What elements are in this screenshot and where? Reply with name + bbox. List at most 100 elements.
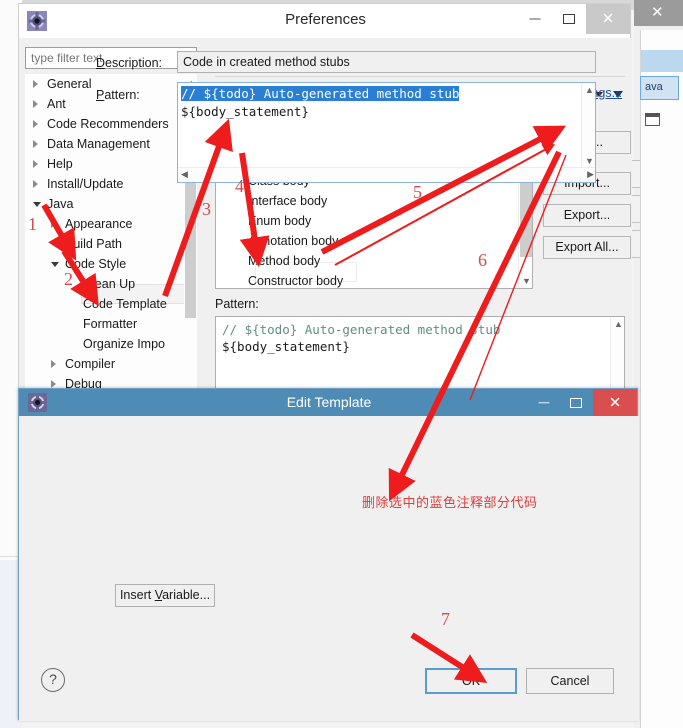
sidebar-item-code-style[interactable]: Code Style (25, 254, 197, 274)
export-button[interactable]: Export... (543, 204, 631, 227)
sidebar-item-label: Code Style (65, 257, 127, 271)
sidebar-item-compiler[interactable]: Compiler (25, 354, 197, 374)
sidebar-item-formatter[interactable]: Formatter (25, 314, 197, 334)
sidebar-item-label: Code Recommenders (47, 117, 169, 131)
pattern-label: Pattern: (215, 297, 259, 311)
minimize-icon (529, 18, 541, 20)
sidebar-item-label: Ant (47, 97, 66, 111)
pattern-scrollbar[interactable]: ▲ (610, 317, 624, 389)
chevron-down-icon[interactable] (33, 202, 41, 207)
sidebar-item-clean-up[interactable]: Clean Up (25, 274, 197, 294)
pattern-body-line: ${body_statement} (222, 339, 350, 354)
scroll-up-icon[interactable]: ▲ (585, 85, 594, 95)
maximize-icon (570, 397, 582, 408)
sidebar-item-help[interactable]: Help (25, 154, 197, 174)
chevron-right-icon[interactable] (33, 80, 38, 88)
sidebar-item-label: Debug (65, 377, 102, 389)
perspective-tab-java[interactable]: ava (640, 76, 679, 100)
annotation-note-text: 删除选中的蓝色注释部分代码 (362, 496, 538, 511)
sidebar-item-debug[interactable]: Debug (25, 374, 197, 389)
perspective-tab-label: ava (645, 81, 663, 93)
scroll-up-icon[interactable]: ▲ (614, 319, 623, 329)
window-restore-icon (645, 113, 660, 126)
sidebar-item-label: Code Template (83, 297, 167, 311)
minimize-button[interactable] (518, 4, 552, 34)
export-all-button[interactable]: Export All... (543, 236, 631, 259)
template-item-label: Interface body (248, 194, 328, 208)
insert-variable-button[interactable]: Insert Variable... (115, 584, 215, 607)
chevron-down-icon[interactable] (51, 262, 59, 267)
sidebar-item-java[interactable]: Java (25, 194, 197, 214)
sidebar-item-organize-impo[interactable]: Organize Impo (25, 334, 197, 354)
pattern-vertical-scrollbar[interactable]: ▲ ▼ (581, 83, 595, 168)
pattern-label: Pattern: (96, 88, 140, 102)
close-button[interactable]: ✕ (593, 389, 637, 416)
sidebar-item-install-update[interactable]: Install/Update (25, 174, 197, 194)
tree-rows: General Ant Code Recommenders Data Manageme… (25, 74, 197, 389)
sidebar-item-code-template[interactable]: Code Template (25, 294, 197, 314)
pattern-horizontal-scrollbar[interactable]: ◀ ▶ (178, 167, 595, 182)
pattern-editor[interactable]: // ${todo} Auto-generated method stub ${… (177, 82, 596, 183)
chevron-right-icon[interactable] (51, 360, 56, 368)
template-item-enum-body[interactable]: Enum body (216, 211, 532, 231)
sidebar-item-label: Help (47, 157, 73, 171)
chevron-right-icon[interactable] (33, 140, 38, 148)
scroll-down-icon[interactable]: ▼ (522, 276, 531, 286)
sidebar-item-label: Java (47, 197, 74, 211)
chevron-right-icon[interactable] (51, 380, 56, 388)
maximize-icon (563, 14, 575, 24)
edit-template-titlebar[interactable]: Edit Template ✕ (19, 389, 637, 416)
template-item-label: Method body (248, 254, 321, 268)
preferences-tree[interactable]: General Ant Code Recommenders Data Manageme… (25, 74, 197, 389)
sidebar-item-build-path[interactable]: Build Path (25, 234, 197, 254)
help-icon[interactable]: ? (41, 668, 65, 692)
cancel-button[interactable]: Cancel (526, 668, 614, 694)
pattern-second-line: ${body_statement} (181, 104, 309, 119)
sidebar-item-label: General (47, 77, 92, 91)
pattern-selected-line: // ${todo} Auto-generated method stub (181, 86, 460, 101)
sidebar-item-label: Build Path (65, 237, 122, 251)
sidebar-item-code-recommenders[interactable]: Code Recommenders (25, 114, 197, 134)
sidebar-item-label: Data Management (47, 137, 150, 151)
background-highlight-band (641, 50, 683, 72)
sidebar-item-data-management[interactable]: Data Management (25, 134, 197, 154)
sidebar-item-label: Compiler (65, 357, 116, 371)
close-button[interactable]: ✕ (586, 4, 630, 34)
chevron-right-icon[interactable] (33, 100, 38, 108)
sidebar-item-label: Clean Up (83, 277, 136, 291)
background-window-close-button[interactable]: ✕ (634, 0, 683, 26)
close-icon: ✕ (608, 394, 622, 411)
template-item-constructor-body[interactable]: Constructor body (216, 271, 532, 288)
template-item-interface-body[interactable]: Interface body (216, 191, 532, 211)
close-icon: ✕ (601, 10, 615, 28)
pattern-comment-line: // ${todo} Auto-generated method stub (222, 322, 501, 337)
description-input[interactable] (177, 51, 596, 73)
ok-button[interactable]: OK (425, 668, 517, 694)
template-item-label: Enum body (248, 214, 312, 228)
minimize-icon (538, 401, 550, 404)
header-divider (215, 76, 625, 77)
pattern-preview: // ${todo} Auto-generated method stub ${… (215, 316, 625, 390)
chevron-right-icon[interactable] (33, 160, 38, 168)
scroll-left-icon[interactable]: ◀ (181, 169, 188, 180)
description-label: Description: (96, 56, 163, 70)
chevron-right-icon[interactable] (51, 220, 56, 228)
template-item-method-body[interactable]: Method body (216, 251, 532, 271)
sidebar-item-label: Install/Update (47, 177, 124, 191)
close-icon: ✕ (651, 4, 664, 21)
chevron-right-icon[interactable] (33, 180, 38, 188)
template-item-annotation-body[interactable]: Annotation body (216, 231, 532, 251)
scroll-right-icon[interactable]: ▶ (587, 169, 594, 180)
sidebar-item-label: Appearance (65, 217, 133, 231)
chevron-right-icon[interactable] (33, 120, 38, 128)
sidebar-item-label: Organize Impo (83, 337, 165, 351)
sidebar-item-appearance[interactable]: Appearance (25, 214, 197, 234)
preferences-titlebar[interactable]: Preferences ✕ (19, 4, 630, 38)
background-right-panel (640, 30, 683, 728)
maximize-button[interactable] (552, 4, 586, 34)
template-item-label: Constructor body (248, 274, 344, 288)
minimize-button[interactable] (527, 389, 561, 416)
sidebar-item-label: Formatter (83, 317, 138, 331)
maximize-button[interactable] (559, 389, 593, 416)
scroll-down-icon[interactable]: ▼ (585, 156, 594, 166)
